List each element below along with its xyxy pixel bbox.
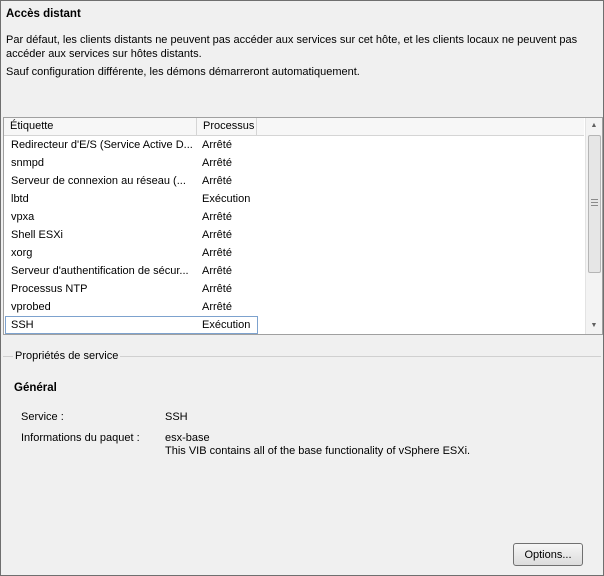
row-label: vpxa <box>11 211 35 223</box>
table-row[interactable]: Processus NTP Arrêté <box>4 280 584 298</box>
service-label: Service : <box>21 411 64 423</box>
group-legend: Propriétés de service <box>13 350 121 362</box>
row-label: Processus NTP <box>11 283 88 295</box>
options-button[interactable]: Options... <box>513 543 583 566</box>
table-row[interactable]: xorg Arrêté <box>4 244 584 262</box>
table-row[interactable]: Shell ESXi Arrêté <box>4 226 584 244</box>
package-info-label: Informations du paquet : <box>21 432 140 444</box>
row-status: Arrêté <box>202 301 232 313</box>
row-label: Serveur d'authentification de sécur... <box>11 265 189 277</box>
row-status: Arrêté <box>202 175 232 187</box>
grip-line <box>591 199 598 200</box>
row-status: Exécution <box>202 193 251 205</box>
row-status: Arrêté <box>202 157 232 169</box>
row-label: Redirecteur d'E/S (Service Active D... <box>11 139 193 151</box>
table-row[interactable]: lbtd Exécution <box>4 190 584 208</box>
row-label: SSH <box>11 319 34 331</box>
grip-line <box>591 202 598 203</box>
remote-access-panel: Accès distant Par défaut, les clients di… <box>0 0 604 576</box>
table-row[interactable]: vpxa Arrêté <box>4 208 584 226</box>
row-status: Arrêté <box>202 283 232 295</box>
scroll-down-arrow-icon[interactable]: ▼ <box>586 318 602 334</box>
auto-start-note: Sauf configuration différente, les démon… <box>6 66 360 78</box>
description-text: Par défaut, les clients distants ne peuv… <box>6 34 578 60</box>
row-status: Arrêté <box>202 139 232 151</box>
row-status: Exécution <box>202 319 251 331</box>
panel-title: Accès distant <box>6 8 81 20</box>
table-row[interactable]: snmpd Arrêté <box>4 154 584 172</box>
section-heading-general: Général <box>14 382 57 394</box>
table-row-selected[interactable]: SSH Exécution <box>4 316 584 334</box>
row-label: Serveur de connexion au réseau (... <box>11 175 186 187</box>
table-row[interactable]: Redirecteur d'E/S (Service Active D... Ar… <box>4 136 584 154</box>
vertical-scrollbar[interactable]: ▲ ▼ <box>585 118 602 334</box>
scrollbar-thumb[interactable] <box>588 135 601 273</box>
service-value: SSH <box>165 411 188 423</box>
column-header-process[interactable]: Processus <box>197 118 257 135</box>
row-status: Arrêté <box>202 211 232 223</box>
services-table[interactable]: Étiquette Processus Redirecteur d'E/S (S… <box>3 117 603 335</box>
table-row[interactable]: vprobed Arrêté <box>4 298 584 316</box>
row-status: Arrêté <box>202 229 232 241</box>
column-header-label[interactable]: Étiquette <box>4 118 197 135</box>
table-row[interactable]: Serveur de connexion au réseau (... Arrêt… <box>4 172 584 190</box>
row-status: Arrêté <box>202 247 232 259</box>
row-label: vprobed <box>11 301 51 313</box>
package-name: esx-base <box>165 432 210 444</box>
row-label: xorg <box>11 247 33 259</box>
grip-line <box>591 205 598 206</box>
table-body: Redirecteur d'E/S (Service Active D... Ar… <box>4 136 584 334</box>
table-row[interactable]: Serveur d'authentification de sécur... Ar… <box>4 262 584 280</box>
row-label: lbtd <box>11 193 29 205</box>
service-properties-group: Propriétés de service Général Service : … <box>3 350 601 574</box>
table-header: Étiquette Processus <box>4 118 584 136</box>
row-status: Arrêté <box>202 265 232 277</box>
scroll-up-arrow-icon[interactable]: ▲ <box>586 118 602 134</box>
row-label: Shell ESXi <box>11 229 63 241</box>
package-description: This VIB contains all of the base functi… <box>165 445 471 457</box>
row-label: snmpd <box>11 157 45 169</box>
